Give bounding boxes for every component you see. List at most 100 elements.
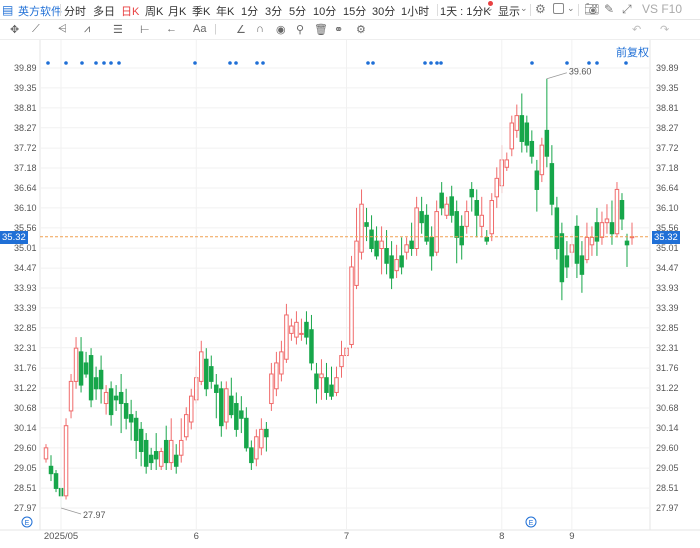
news-dot: [429, 61, 433, 65]
period-tab-15min[interactable]: 15分: [343, 3, 366, 19]
compare-f10-button[interactable]: VS F10: [642, 2, 682, 16]
period-tab-multiday[interactable]: 多日: [93, 3, 115, 19]
y-tick-label-right: 33.93: [656, 283, 679, 293]
news-dot: [595, 61, 599, 65]
period-tab-3min[interactable]: 3分: [265, 3, 282, 19]
x-tick-label: 9: [569, 531, 574, 542]
trash-icon[interactable]: 🗑︎: [314, 23, 328, 36]
candle-body: [484, 236, 490, 242]
y-tick-label-left: 29.05: [14, 463, 37, 473]
y-tick-label-left: 33.93: [14, 283, 37, 293]
candle-body: [264, 428, 269, 438]
candle-body: [349, 266, 354, 345]
period-tab-10min[interactable]: 10分: [313, 3, 336, 19]
candle-body: [83, 362, 89, 375]
candle-body: [359, 203, 364, 253]
news-dot: [261, 61, 265, 65]
candle-body: [93, 377, 99, 390]
stock-name[interactable]: 英方软件: [18, 3, 62, 19]
adjust-mode-button[interactable]: 前复权: [616, 44, 649, 60]
pen-icon[interactable]: ✎: [604, 2, 614, 16]
checkbox-icon[interactable]: [553, 3, 564, 14]
notification-dot: [488, 1, 493, 6]
period-tab-daily[interactable]: 日K: [121, 3, 139, 19]
drawing-toolbar: ✥ ⟋ ⩤ ⩘ ☰ ⊢ ← Aa | ∠ ∩ ◉ ⚲ 🗑︎ ⚭ ⚙ ↶ ↷: [0, 20, 700, 40]
news-dot: [234, 61, 238, 65]
candle-body: [384, 248, 389, 264]
candle-body: [554, 207, 560, 250]
stock-chart-app: { "toolbar": { "symbol": "英方软件", "period…: [0, 0, 700, 548]
candle-body: [339, 355, 344, 368]
period-dropdown[interactable]: 1天 : 1分K: [440, 3, 491, 19]
current-price-tag-right: 35.32: [652, 231, 680, 244]
y-tick-label-left: 38.27: [14, 123, 37, 133]
period-toolbar: ▤ 英方软件 分时 多日 日K 周K 月K 季K 年K 1分 3分 5分 10分…: [0, 0, 700, 20]
line-tool-icon[interactable]: ⟋: [32, 23, 40, 36]
channel-tool-icon[interactable]: ⩤: [58, 23, 67, 36]
settings-icon[interactable]: ⚙: [535, 2, 546, 16]
candle-body: [113, 395, 119, 401]
gear-icon[interactable]: ⚙: [356, 23, 366, 36]
fullscreen-icon[interactable]: ⤢: [622, 2, 632, 17]
undo-icon[interactable]: ↶: [632, 23, 641, 36]
candle-body: [319, 373, 324, 379]
y-tick-label-right: 39.89: [656, 63, 679, 73]
text-tool-icon[interactable]: Aa: [193, 23, 206, 35]
display-menu[interactable]: 显示: [498, 3, 520, 19]
y-tick-label-right: 28.51: [656, 483, 679, 493]
ruler-icon[interactable]: ∠: [236, 23, 246, 36]
candle-body: [244, 417, 249, 449]
period-tab-monthly[interactable]: 月K: [168, 3, 186, 19]
period-tab-1min[interactable]: 1分: [241, 3, 258, 19]
current-price-tag-left: 35.32: [0, 231, 28, 244]
eye-icon[interactable]: ◉: [276, 23, 286, 36]
redo-icon[interactable]: ↷: [660, 23, 669, 36]
candle-body: [579, 255, 585, 275]
candle-body: [148, 454, 154, 464]
candle-body: [168, 439, 174, 464]
panel-toggle-icon[interactable]: ▤: [2, 3, 13, 17]
period-tab-weekly[interactable]: 周K: [145, 3, 163, 19]
candlestick-chart[interactable]: 39.89 39.89 39.35 39.35 38.81 38.81 38.27 38.27…: [0, 40, 700, 548]
measure-tool-icon[interactable]: ⊢: [140, 23, 150, 36]
candle-body: [279, 351, 284, 375]
y-tick-label-left: 31.76: [14, 363, 37, 373]
crosshair-icon[interactable]: ✥: [10, 23, 19, 36]
toolbar-divider: [530, 4, 531, 16]
candle-body: [599, 222, 605, 238]
y-tick-label-right: 29.05: [656, 463, 679, 473]
y-tick-label-left: 30.68: [14, 403, 37, 413]
candle-body: [449, 196, 454, 216]
period-tab-30min[interactable]: 30分: [372, 3, 395, 19]
min-label-leader: [60, 507, 82, 515]
candle-body: [479, 214, 484, 227]
max-price-label: 39.60: [569, 67, 592, 77]
fib-tool-icon[interactable]: ☰: [113, 23, 123, 36]
toolbar-divider: [60, 4, 61, 16]
y-tick-label-right: 38.27: [656, 123, 679, 133]
candle-body: [304, 321, 309, 338]
period-tab-1hour[interactable]: 1小时: [401, 3, 429, 19]
wave-tool-icon[interactable]: ⩘: [84, 23, 90, 36]
period-tab-quarterly[interactable]: 季K: [192, 3, 210, 19]
camera-icon[interactable]: 📷︎: [584, 2, 599, 16]
arrow-tool-icon[interactable]: ←: [166, 23, 177, 35]
candle-body: [143, 439, 149, 467]
chevron-down-icon[interactable]: ⌄: [567, 3, 575, 14]
candle-body: [549, 163, 555, 205]
y-tick-label-right: 37.18: [656, 163, 679, 173]
news-dot: [587, 61, 591, 65]
candle-body: [574, 225, 580, 264]
period-tab-timeshare[interactable]: 分时: [64, 3, 86, 19]
chevron-down-icon[interactable]: ⌄: [520, 3, 528, 14]
lock-icon[interactable]: ⚲: [296, 23, 304, 36]
y-tick-label-right: 32.31: [656, 343, 679, 353]
y-tick-label-left: 36.10: [14, 203, 37, 213]
magnet-icon[interactable]: ∩: [256, 23, 264, 35]
y-tick-label-left: 28.51: [14, 483, 37, 493]
candle-body: [103, 391, 109, 405]
period-tab-yearly[interactable]: 年K: [216, 3, 234, 19]
news-dot: [435, 61, 439, 65]
compare-icon[interactable]: ⚭: [334, 23, 343, 36]
period-tab-5min[interactable]: 5分: [289, 3, 306, 19]
